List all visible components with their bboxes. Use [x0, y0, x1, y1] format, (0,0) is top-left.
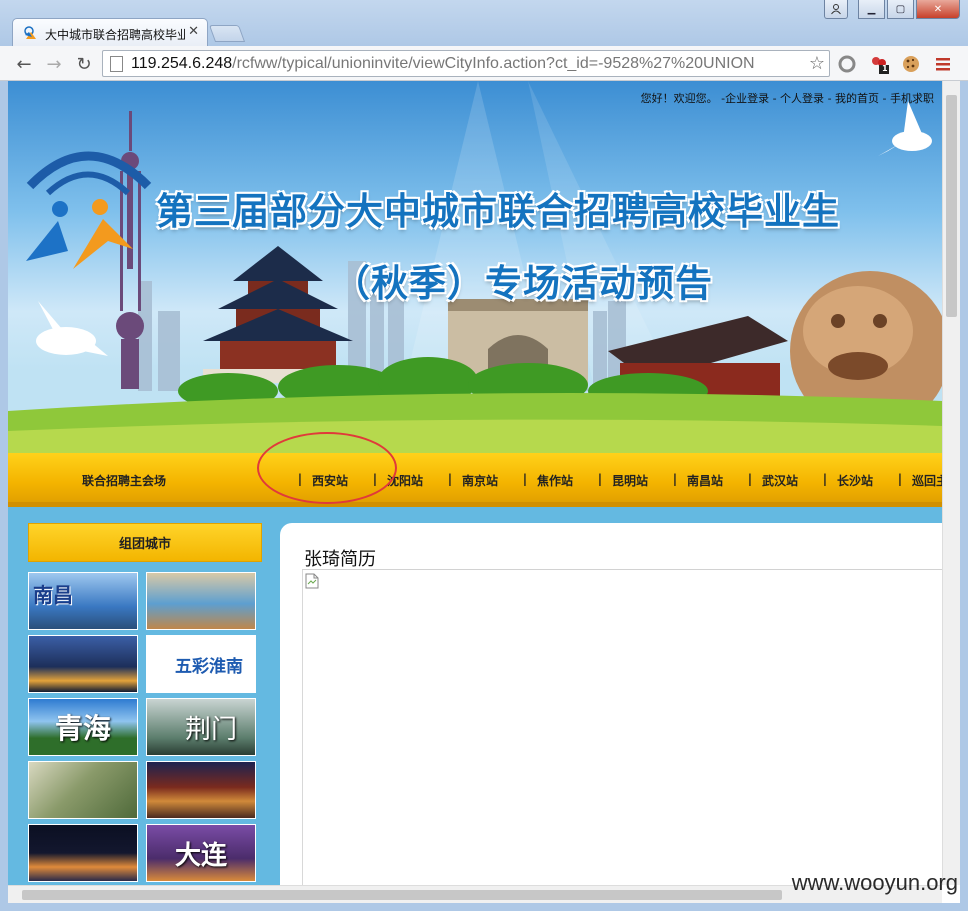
new-tab-button[interactable] [208, 25, 246, 42]
my-homepage-link[interactable]: - 我的首页 [828, 92, 879, 105]
top-user-nav: 您好！欢迎您。 -企业登录 - 个人登录 - 我的首页 - 手机求职 [641, 90, 934, 106]
header-banner: 您好！欢迎您。 -企业登录 - 个人登录 - 我的首页 - 手机求职 第三届部分… [8, 81, 942, 453]
city-thumb-3[interactable] [28, 635, 138, 693]
nav-separator: | [747, 472, 753, 486]
city-thumbnail-grid: 南昌 五彩淮南 青海 荆门 大连 [28, 572, 264, 882]
nav-station-list: | 西安站 | 沈阳站 | 南京站 | 焦作站 | 昆明站 | 南昌站 | 武汉站 | 长沙站 … [288, 472, 942, 489]
nav-separator: | [297, 472, 303, 486]
city-thumb-jingmen[interactable]: 荆门 [146, 698, 256, 756]
site-favicon-icon [24, 26, 36, 39]
extension-badge-count: 1 [882, 64, 888, 73]
city-thumb-9[interactable] [28, 824, 138, 882]
city-thumb-label: 大连 [174, 840, 227, 871]
url-path: /rcfww/typical/unioninvite/viewCityInfo.… [232, 55, 755, 72]
city-thumb-label: 南昌 [33, 583, 73, 607]
greeting-text: 您好！欢迎您。 [640, 92, 718, 105]
main-nav-bar: 联合招聘主会场 | 西安站 | 沈阳站 | 南京站 | 焦作站 | 昆明站 | 南昌站 | 武… [8, 453, 942, 507]
forward-icon[interactable]: → [42, 52, 66, 76]
nav-main-venue[interactable]: 联合招聘主会场 [82, 472, 166, 489]
window-frame-left [0, 81, 8, 911]
window-frame-bottom [0, 903, 968, 911]
nav-separator: | [597, 472, 603, 486]
banner-subheadline: （秋季）专场活动预告 [333, 262, 713, 305]
nav-item-jiaozuo[interactable]: 焦作站 [537, 472, 588, 489]
temple-of-heaven [203, 246, 353, 383]
nav-item-changsha[interactable]: 长沙站 [837, 472, 888, 489]
title-divider [302, 569, 942, 570]
window-frame-right [960, 81, 968, 911]
city-thumb-label: 青海 [54, 712, 111, 745]
city-thumb-7[interactable] [28, 761, 138, 819]
extension-badge-icon[interactable]: 1 [868, 53, 890, 75]
page-icon [110, 56, 123, 72]
star-icon[interactable]: ☆ [809, 53, 825, 74]
nav-separator: | [447, 472, 453, 486]
city-thumb-label: 五彩淮南 [175, 656, 243, 677]
nav-separator: | [897, 472, 903, 486]
url-text[interactable]: 119.254.6.248/rcfww/typical/unioninvite/… [131, 55, 805, 73]
dove-right [878, 101, 932, 156]
company-login-link[interactable]: -企业登录 [721, 92, 769, 105]
resume-title: 张琦简历 [304, 549, 376, 570]
banner-headline: 第三届部分大中城市联合招聘高校毕业生 [156, 190, 840, 233]
vertical-scroll-thumb[interactable] [946, 95, 957, 317]
watermark: www.wooyun.org [791, 870, 958, 895]
minimize-button[interactable]: ▁ [858, 0, 885, 19]
vertical-scrollbar[interactable] [942, 81, 960, 885]
back-icon[interactable]: ← [12, 52, 36, 76]
nav-item-tour-main[interactable]: 巡回主会 [912, 472, 942, 489]
address-bar[interactable]: 119.254.6.248/rcfww/typical/unioninvite/… [102, 50, 830, 77]
nav-item-xian[interactable]: 西安站 [312, 472, 363, 489]
menu-icon[interactable] [932, 53, 954, 75]
nav-separator: | [822, 472, 828, 486]
user-icon[interactable] [824, 0, 848, 19]
reload-icon[interactable]: ↻ [72, 52, 96, 76]
city-thumb-dalian[interactable]: 大连 [146, 824, 256, 882]
horizontal-scroll-thumb[interactable] [22, 890, 782, 900]
nav-item-nanjing[interactable]: 南京站 [462, 472, 513, 489]
cookie-icon[interactable] [900, 53, 922, 75]
city-thumb-2[interactable] [146, 572, 256, 630]
browser-tab[interactable]: 大中城市联合招聘高校毕业 ✕ [12, 18, 208, 46]
nav-item-wuhan[interactable]: 武汉站 [762, 472, 813, 489]
resume-panel: 张琦简历 [280, 523, 942, 885]
window-titlebar: 大中城市联合招聘高校毕业 ✕ ▁ ▢ ✕ [0, 0, 968, 46]
nav-item-nanchang[interactable]: 南昌站 [687, 472, 738, 489]
city-thumb-huainan[interactable]: 五彩淮南 [146, 635, 256, 693]
extension-icon[interactable] [836, 53, 858, 75]
nav-separator: | [672, 472, 678, 486]
window-controls: ▁ ▢ ✕ [824, 0, 960, 19]
sidebar: 组团城市 南昌 五彩淮南 青海 荆门 大连 [28, 523, 264, 885]
page-viewport: 您好！欢迎您。 -企业登录 - 个人登录 - 我的首页 - 手机求职 第三届部分… [8, 81, 942, 885]
broken-image-icon [305, 573, 319, 589]
url-host: 119.254.6.248 [131, 55, 233, 72]
close-icon[interactable]: ✕ [188, 24, 199, 39]
tab-title: 大中城市联合招聘高校毕业 [45, 28, 185, 42]
nav-separator: | [522, 472, 528, 486]
nav-item-shenyang[interactable]: 沈阳站 [387, 472, 438, 489]
nav-separator: | [372, 472, 378, 486]
dove-left [36, 301, 108, 356]
mobile-job-link[interactable]: - 手机求职 [883, 92, 934, 105]
content-border [302, 570, 303, 885]
window-close-button[interactable]: ✕ [916, 0, 960, 19]
city-thumb-8[interactable] [146, 761, 256, 819]
city-thumb-qinghai[interactable]: 青海 [28, 698, 138, 756]
city-thumb-nanchang[interactable]: 南昌 [28, 572, 138, 630]
sidebar-title: 组团城市 [28, 523, 262, 562]
nav-item-kunming[interactable]: 昆明站 [612, 472, 663, 489]
personal-login-link[interactable]: - 个人登录 [773, 92, 824, 105]
city-thumb-label: 荆门 [184, 714, 237, 745]
browser-toolbar: ← → ↻ 119.254.6.248/rcfww/typical/unioni… [0, 46, 968, 81]
maximize-button[interactable]: ▢ [887, 0, 914, 19]
